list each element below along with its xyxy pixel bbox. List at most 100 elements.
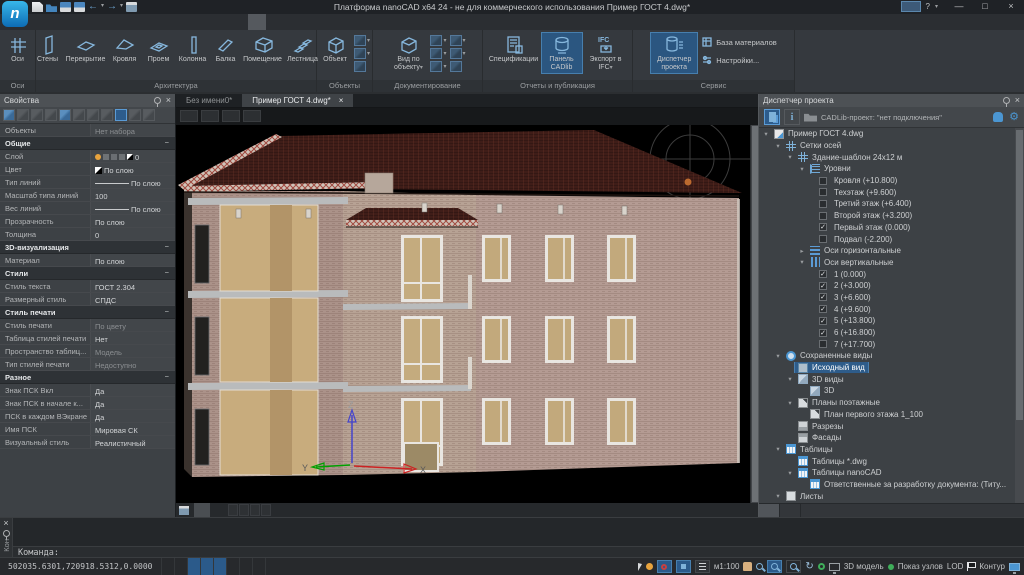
layout-tab[interactable]	[261, 504, 271, 516]
opening-button[interactable]: Проем	[143, 32, 175, 66]
cursor-style-icon[interactable]	[638, 563, 642, 571]
layout-tab[interactable]	[250, 504, 260, 516]
doc-tool-icon[interactable]	[430, 48, 442, 59]
layer-print-icon[interactable]	[119, 154, 125, 160]
tree-item[interactable]: ▾ Оси вертикальные	[759, 257, 1024, 269]
roof-button[interactable]: Кровля	[108, 32, 142, 66]
view-control-button[interactable]	[180, 110, 198, 122]
property-value[interactable]: ГОСТ 2.304	[90, 280, 175, 292]
maximize-button[interactable]: □	[972, 0, 998, 13]
close-icon[interactable]: ×	[1015, 96, 1020, 105]
ribbon-tab[interactable]	[140, 14, 158, 30]
visual-style-label[interactable]: 3D модель	[844, 562, 884, 571]
sync-database-icon[interactable]	[993, 112, 1003, 122]
property-value[interactable]: По слою	[90, 215, 175, 227]
document-tab-inactive[interactable]: Без имени0*	[176, 94, 242, 107]
export-ifc-button[interactable]: IFC Экспорт в IFC▾	[584, 32, 628, 74]
tree-item[interactable]: Кровля (+10.800)	[759, 175, 1024, 187]
close-icon[interactable]: ×	[166, 96, 171, 105]
object-tool-icon[interactable]	[354, 61, 366, 72]
visibility-checkbox[interactable]	[819, 212, 827, 220]
building-structure-icon[interactable]	[764, 109, 780, 125]
status-toggle[interactable]	[213, 558, 226, 575]
doc-tool-icon[interactable]	[450, 61, 462, 72]
expand-arrow-icon[interactable]: ▸	[797, 247, 807, 255]
select-similar-icon[interactable]	[101, 109, 113, 121]
snap-style-icon[interactable]	[676, 560, 691, 573]
visibility-checkbox[interactable]: ✓	[819, 317, 827, 325]
expand-arrow-icon[interactable]: ▾	[785, 375, 795, 383]
property-value[interactable]: По слою	[90, 163, 175, 175]
visibility-checkbox[interactable]: ✓	[819, 223, 827, 231]
tree-item[interactable]: ▸ Оси горизонтальные	[759, 245, 1024, 257]
view-control-button[interactable]	[201, 110, 219, 122]
expand-arrow-icon[interactable]: ▾	[797, 165, 807, 173]
tree-item[interactable]: ✓ 2 (+3.000)	[759, 280, 1024, 292]
canvas-scrollbar[interactable]	[750, 125, 758, 503]
project-manager-button[interactable]: Диспетчер проекта	[650, 32, 698, 74]
specifications-button[interactable]: Спецификации	[488, 32, 540, 66]
ribbon-tab[interactable]	[194, 14, 212, 30]
print-icon[interactable]	[126, 2, 137, 12]
help-dropdown-icon[interactable]: ▾	[935, 3, 938, 10]
property-value[interactable]: Реалистичный	[90, 436, 175, 448]
tree-item[interactable]: ✓ 6 (+16.800)	[759, 327, 1024, 339]
lighting-icon[interactable]	[646, 563, 653, 570]
close-tab-icon[interactable]: ×	[339, 94, 344, 108]
zoom-window-icon[interactable]	[767, 560, 782, 573]
stairs-button[interactable]: Лестница	[285, 32, 321, 66]
expand-arrow-icon[interactable]: ▾	[785, 153, 795, 161]
layout-tab[interactable]	[194, 503, 210, 517]
materials-base-button[interactable]: База материалов	[701, 35, 777, 49]
open-file-icon[interactable]	[46, 2, 57, 12]
axes-button[interactable]: Оси	[5, 32, 31, 66]
lod-label[interactable]: LOD	[947, 562, 963, 571]
property-row[interactable]: Визуальный стиль Реалистичный	[0, 436, 175, 449]
object-tool-icon[interactable]	[354, 48, 366, 59]
view-control-button[interactable]	[222, 110, 240, 122]
tree-item[interactable]: ✓ Первый этаж (0.000)	[759, 222, 1024, 234]
property-row[interactable]: Вес линий По слою	[0, 202, 175, 215]
tree-item[interactable]: ▾ Таблицы nanoCAD	[759, 467, 1024, 479]
ribbon-tab[interactable]	[68, 14, 86, 30]
view-control-button[interactable]	[243, 110, 261, 122]
expand-arrow-icon[interactable]: ▾	[785, 399, 795, 407]
property-row[interactable]: Прозрачность По слою	[0, 215, 175, 228]
layer-sun-icon[interactable]	[103, 154, 109, 160]
ribbon-tab[interactable]	[50, 14, 68, 30]
show-nodes-label[interactable]: Показ узлов	[898, 562, 943, 571]
property-value[interactable]: Нет	[90, 332, 175, 344]
tree-item[interactable]: Таблицы *.dwg	[759, 455, 1024, 467]
tree-item[interactable]: ✓ 1 (0.000)	[759, 268, 1024, 280]
property-value[interactable]: По слою	[90, 254, 175, 266]
doc-tool-icon[interactable]	[450, 48, 462, 59]
tree-item[interactable]: ✓ 4 (+9.600)	[759, 303, 1024, 315]
collapse-icon[interactable]: −	[165, 371, 175, 383]
layout-tab[interactable]	[239, 504, 249, 516]
marquee-poly-icon[interactable]	[45, 109, 57, 121]
property-row[interactable]: Стили −	[0, 267, 175, 280]
visibility-checkbox[interactable]	[819, 340, 827, 348]
tree-item[interactable]: ✓ 5 (+13.800)	[759, 315, 1024, 327]
orbit-icon[interactable]: ↻	[805, 562, 813, 572]
expand-arrow-icon[interactable]: ▾	[773, 492, 783, 500]
reset-selection-icon[interactable]	[129, 109, 141, 121]
marquee-select-icon[interactable]	[31, 109, 43, 121]
ribbon-tab[interactable]	[212, 14, 230, 30]
status-toggle[interactable]	[226, 558, 239, 575]
property-value[interactable]: 100	[90, 189, 175, 201]
property-row[interactable]: Масштаб типа линий 100	[0, 189, 175, 202]
property-row[interactable]: Материал По слою	[0, 254, 175, 267]
project-panel-tab[interactable]	[759, 504, 780, 517]
visibility-checkbox[interactable]	[819, 200, 827, 208]
property-row[interactable]: Тип линий По слою	[0, 176, 175, 189]
visibility-checkbox[interactable]: ✓	[819, 270, 827, 278]
expand-arrow-icon[interactable]: ▾	[773, 445, 783, 453]
property-row[interactable]: Стиль печати По цвету	[0, 319, 175, 332]
cadlib-panel-button[interactable]: Панель CADlib	[541, 32, 583, 74]
swap-selection-icon[interactable]	[59, 109, 71, 121]
save-all-icon[interactable]	[74, 2, 85, 12]
property-row[interactable]: Пространство таблиц... Модель	[0, 345, 175, 358]
filter-icon[interactable]	[73, 109, 85, 121]
screen-mode-icon[interactable]	[1009, 563, 1020, 571]
